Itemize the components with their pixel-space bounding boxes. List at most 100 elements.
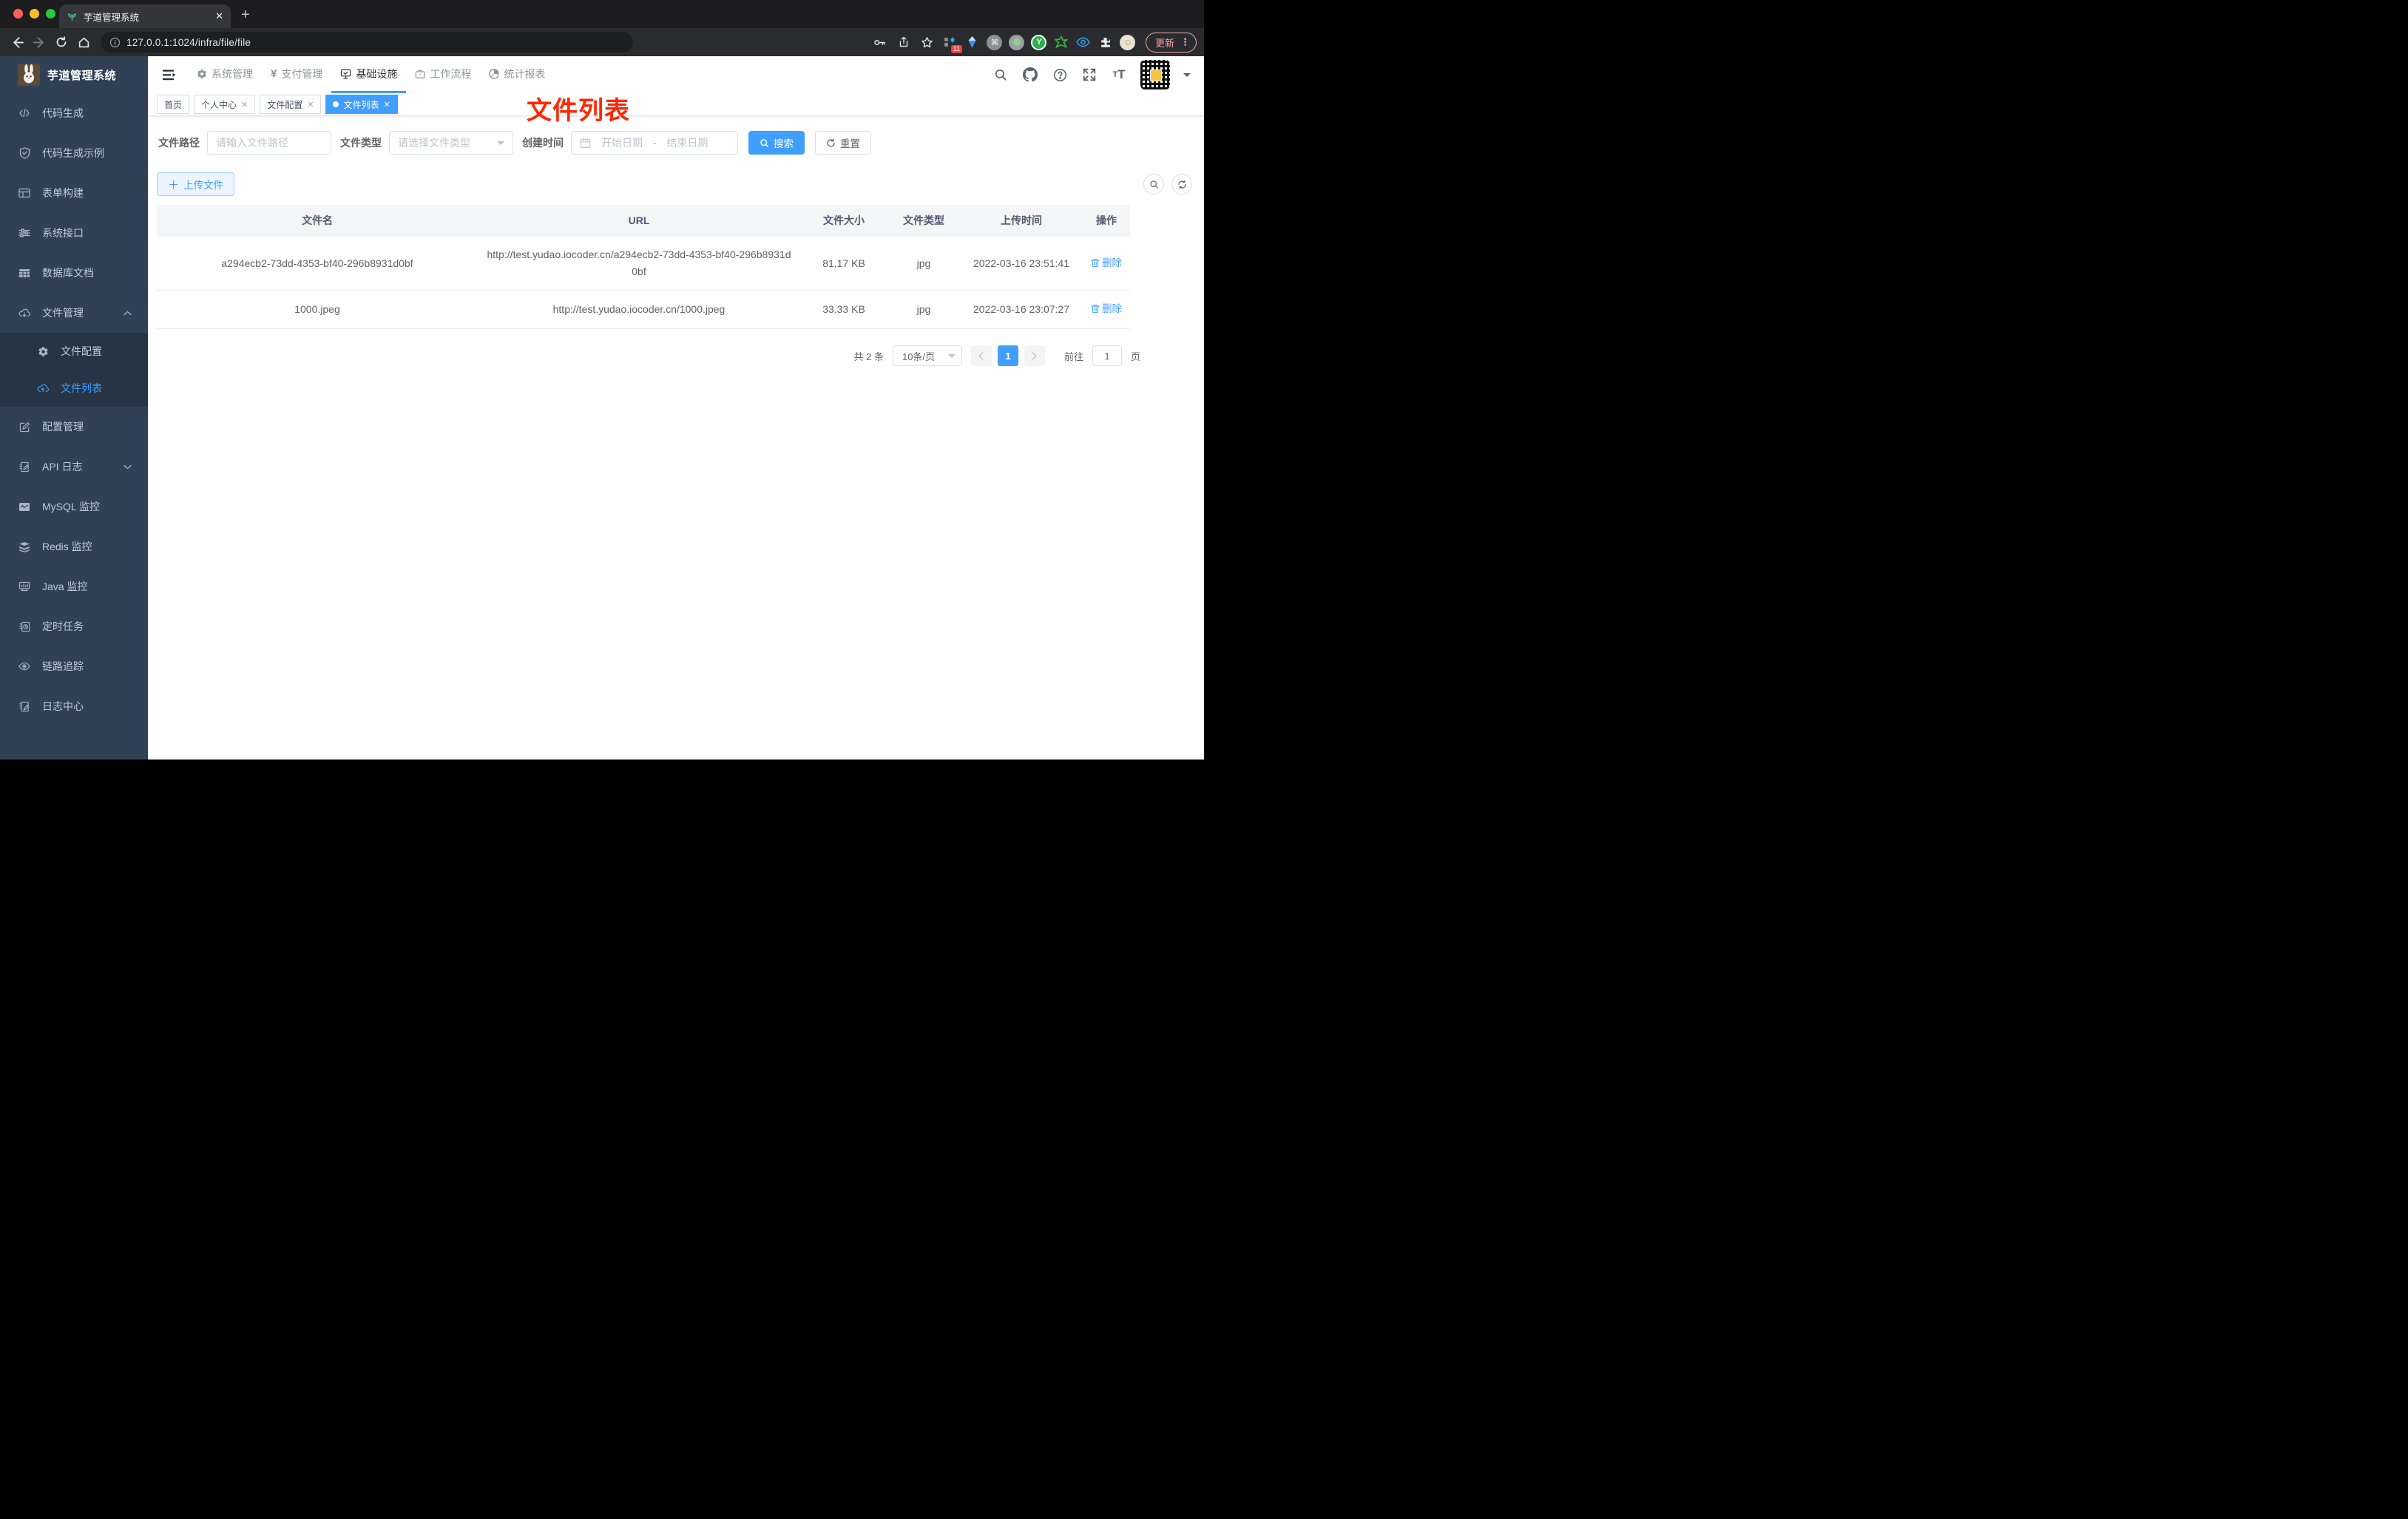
sidebar-item-file-management[interactable]: 文件管理 [0, 293, 148, 333]
goto-page-input[interactable] [1092, 345, 1122, 366]
type-placeholder: 请选择文件类型 [398, 137, 470, 149]
tag-close-icon[interactable]: ✕ [384, 100, 390, 109]
page-size-select[interactable]: 10条/页 [892, 345, 962, 366]
sidebar-item-code-example[interactable]: 代码生成示例 [0, 133, 148, 173]
bookmark-star-icon[interactable] [918, 33, 937, 52]
site-info-icon[interactable] [109, 37, 121, 48]
page-number-button[interactable]: 1 [997, 345, 1018, 366]
sidebar-item-system-api[interactable]: 系统接口 [0, 213, 148, 253]
top-menu-system[interactable]: 系统管理 [188, 56, 262, 93]
sidebar-item-redis-monitor[interactable]: Redis 监控 [0, 527, 148, 566]
upload-file-button[interactable]: ＋ 上传文件 [157, 172, 235, 196]
tag-close-icon[interactable]: ✕ [307, 100, 314, 109]
sidebar-item-java-monitor[interactable]: Java 监控 [0, 566, 148, 606]
search-button[interactable]: 搜索 [748, 131, 805, 155]
avatar-qr-image[interactable] [1140, 60, 1170, 89]
date-start-input[interactable] [596, 137, 648, 149]
url-bar[interactable]: 127.0.0.1:1024/infra/file/file [101, 32, 633, 53]
reload-icon[interactable] [52, 33, 71, 52]
top-menu-reports[interactable]: 统计报表 [480, 56, 554, 93]
browser-tab[interactable]: 芋道管理系统 ✕ [59, 4, 231, 28]
update-button[interactable]: 更新 ⋮ [1145, 32, 1197, 53]
sidebar-item-scheduled-tasks[interactable]: 定时任务 [0, 606, 148, 646]
header-file-name: 文件名 [302, 214, 333, 226]
navbar-right: TT [992, 60, 1204, 89]
sidebar-item-form-builder[interactable]: 表单构建 [0, 173, 148, 213]
sidebar-item-file-list[interactable]: 文件列表 [0, 370, 148, 407]
extension-dot-icon[interactable] [1008, 33, 1026, 51]
extension-star-icon[interactable] [1052, 33, 1070, 51]
extension-command-icon[interactable]: ⌘ [986, 33, 1004, 51]
back-icon[interactable] [7, 33, 27, 52]
maximize-window-button[interactable] [46, 9, 55, 18]
menu-kebab-icon[interactable]: ⋮ [1180, 36, 1190, 48]
tag-label: 个人中心 [201, 99, 237, 110]
top-menu-payment[interactable]: ¥ 支付管理 [262, 56, 331, 93]
chevron-down-icon [947, 353, 956, 362]
tab-close-icon[interactable]: ✕ [215, 10, 223, 22]
prev-page-button[interactable] [970, 345, 992, 366]
collapse-sidebar-icon[interactable] [158, 64, 180, 86]
app-logo[interactable]: 芋道管理系统 [0, 56, 148, 93]
help-icon[interactable] [1052, 67, 1068, 83]
sidebar-item-label: 定时任务 [42, 620, 84, 632]
sidebar-item-log-center[interactable]: 日志中心 [0, 686, 148, 726]
sidebar-item-db-doc[interactable]: 数据库文档 [0, 253, 148, 293]
font-size-icon[interactable]: TT [1111, 67, 1127, 83]
monitor-icon [18, 581, 30, 592]
forward-icon[interactable] [30, 33, 49, 52]
next-page-button[interactable] [1024, 345, 1045, 366]
sidebar-item-file-config[interactable]: 文件配置 [0, 333, 148, 370]
reset-button[interactable]: 重置 [815, 131, 871, 155]
minimize-window-button[interactable] [30, 9, 39, 18]
password-key-icon[interactable] [870, 33, 890, 52]
tag-close-icon[interactable]: ✕ [241, 100, 248, 109]
pagination: 共 2 条 10条/页 1 前往 1 页 [157, 345, 1140, 366]
gear-icon [37, 346, 49, 357]
layers-icon [18, 541, 30, 552]
extension-emoji-icon[interactable]: ☺ [1119, 33, 1137, 51]
extension-y-icon[interactable]: Y [1030, 33, 1048, 51]
avatar-caret-icon[interactable] [1183, 72, 1191, 81]
app-title: 芋道管理系统 [47, 69, 117, 82]
sidebar-item-mysql-monitor[interactable]: MySQL 监控 [0, 487, 148, 527]
extension-pin-icon[interactable] [964, 33, 981, 51]
top-menu-infrastructure[interactable]: 基础设施 [331, 56, 407, 93]
refresh-table-icon-button[interactable] [1171, 174, 1192, 194]
share-icon[interactable] [894, 33, 913, 52]
extension-badge: 11 [950, 45, 962, 53]
sidebar-item-api-log[interactable]: API 日志 [0, 447, 148, 487]
sidebar-item-trace[interactable]: 链路追踪 [0, 646, 148, 686]
extension-tiles-icon[interactable]: 11 [941, 33, 962, 53]
delete-button[interactable]: 删除 [1091, 300, 1122, 317]
tag-file-list[interactable]: 文件列表 ✕ [325, 95, 398, 114]
github-icon[interactable] [1022, 67, 1038, 83]
date-range-picker[interactable]: - [571, 131, 738, 155]
table-row: 1000.jpeg http://test.yudao.iocoder.cn/1… [157, 291, 1130, 329]
home-icon[interactable] [74, 33, 93, 52]
sidebar-item-config-management[interactable]: 配置管理 [0, 407, 148, 447]
extension-puzzle-icon[interactable] [1097, 33, 1115, 51]
plus-icon: ＋ [168, 178, 180, 192]
tag-profile[interactable]: 个人中心 ✕ [194, 95, 256, 114]
new-tab-button[interactable]: + [241, 7, 250, 24]
cell-file-type: jpg [916, 257, 931, 269]
tag-file-config[interactable]: 文件配置 ✕ [260, 95, 322, 114]
fullscreen-icon[interactable] [1081, 67, 1098, 83]
search-icon[interactable] [992, 67, 1009, 83]
table-toolbar: ＋ 上传文件 [157, 172, 1195, 196]
log-edit-icon [18, 701, 30, 712]
path-input[interactable] [216, 137, 322, 149]
top-menu-workflow[interactable]: 工作流程 [406, 56, 480, 93]
tag-home[interactable]: 首页 [157, 95, 190, 114]
delete-label: 删除 [1102, 257, 1122, 268]
close-window-button[interactable] [13, 9, 23, 18]
date-end-input[interactable] [661, 137, 714, 149]
pagination-total: 共 2 条 [853, 351, 884, 362]
show-search-icon-button[interactable] [1143, 174, 1164, 194]
sidebar-item-label: MySQL 监控 [42, 501, 101, 512]
delete-button[interactable]: 删除 [1091, 254, 1122, 271]
extension-eye-icon[interactable] [1075, 33, 1092, 51]
sidebar-item-code-generation[interactable]: 代码生成 [0, 93, 148, 133]
type-select[interactable]: 请选择文件类型 [389, 131, 513, 155]
